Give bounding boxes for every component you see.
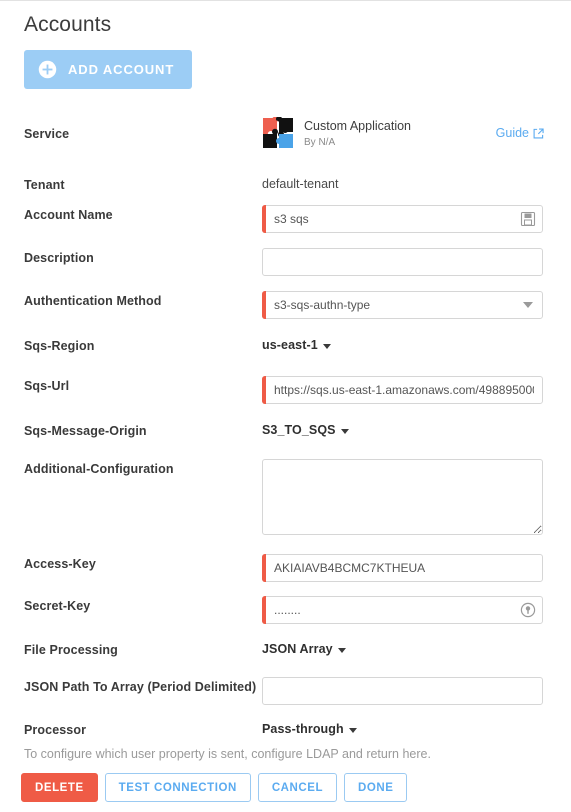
sqs-message-origin-label: Sqs-Message-Origin [24, 424, 147, 438]
account-name-field [262, 205, 571, 233]
authentication-method-field: s3-sqs-authn-type [262, 291, 571, 319]
row-sqs-message-origin: Sqs-Message-Origin S3_TO_SQS [0, 421, 571, 459]
sqs-url-label: Sqs-Url [24, 379, 70, 393]
row-additional-configuration: Additional-Configuration [0, 459, 571, 554]
service-field: Custom Application By N/A Guide [262, 116, 571, 149]
caret-down-icon [348, 727, 357, 733]
caret-down-icon [340, 428, 349, 434]
account-name-label: Account Name [24, 208, 113, 222]
guide-label: Guide [495, 126, 529, 140]
json-path-to-array-input[interactable] [262, 677, 543, 705]
sqs-url-input[interactable] [262, 376, 543, 404]
sqs-message-origin-dropdown[interactable]: S3_TO_SQS [262, 421, 349, 437]
tenant-label: Tenant [24, 177, 65, 192]
form-action-buttons: DELETE TEST CONNECTION CANCEL DONE [21, 773, 408, 802]
chevron-down-icon [523, 302, 533, 308]
row-tenant: Tenant default-tenant [0, 162, 571, 205]
processor-value: Pass-through [262, 722, 344, 736]
json-path-to-array-label: JSON Path To Array (Period Delimited) [24, 680, 257, 694]
row-secret-key: Secret-Key [0, 596, 571, 640]
description-field [262, 248, 571, 276]
tenant-field: default-tenant [262, 175, 571, 193]
row-sqs-region: Sqs-Region us-east-1 [0, 336, 571, 376]
authentication-method-select[interactable]: s3-sqs-authn-type [262, 291, 543, 319]
row-json-path-to-array: JSON Path To Array (Period Delimited) [0, 677, 571, 720]
sqs-region-dropdown[interactable]: us-east-1 [262, 336, 331, 352]
additional-configuration-field [262, 459, 571, 535]
sqs-region-field: us-east-1 [262, 336, 571, 354]
done-button[interactable]: DONE [344, 773, 408, 802]
access-key-label: Access-Key [24, 557, 96, 571]
account-form: Service Custom Application By N/A Guide … [0, 104, 571, 757]
sqs-message-origin-value: S3_TO_SQS [262, 423, 336, 437]
puzzle-piece-icon [262, 116, 294, 149]
test-connection-button[interactable]: TEST CONNECTION [104, 773, 251, 802]
sqs-region-label: Sqs-Region [24, 339, 95, 353]
row-service: Service Custom Application By N/A Guide [0, 104, 571, 162]
sqs-url-field [262, 376, 571, 404]
file-processing-field: JSON Array [262, 640, 571, 658]
helper-text: To configure which user property is sent… [24, 747, 431, 761]
sqs-message-origin-field: S3_TO_SQS [262, 421, 571, 439]
secret-key-label: Secret-Key [24, 599, 91, 613]
authentication-method-label: Authentication Method [24, 294, 162, 308]
secret-key-input[interactable] [262, 596, 543, 624]
cancel-button[interactable]: CANCEL [257, 773, 338, 802]
file-processing-dropdown[interactable]: JSON Array [262, 640, 346, 656]
row-description: Description [0, 248, 571, 291]
caret-down-icon [337, 647, 346, 653]
file-processing-label: File Processing [24, 643, 118, 657]
row-authentication-method: Authentication Method s3-sqs-authn-type [0, 291, 571, 336]
description-input[interactable] [262, 248, 543, 276]
page-title: Accounts [24, 13, 112, 36]
service-label: Service [24, 127, 70, 141]
row-file-processing: File Processing JSON Array [0, 640, 571, 677]
delete-button[interactable]: DELETE [21, 773, 98, 802]
service-name: Custom Application [304, 119, 412, 133]
access-key-field [262, 554, 571, 582]
row-sqs-url: Sqs-Url [0, 376, 571, 421]
tenant-value: default-tenant [262, 176, 339, 191]
row-account-name: Account Name [0, 205, 571, 248]
processor-label: Processor [24, 723, 87, 737]
accounts-page: Accounts ADD ACCOUNT Service Custom Appl… [0, 0, 571, 812]
service-author: By N/A [304, 137, 336, 148]
sqs-region-value: us-east-1 [262, 338, 318, 352]
json-path-to-array-field [262, 677, 571, 705]
save-floppy-icon[interactable] [520, 211, 536, 227]
access-key-input[interactable] [262, 554, 543, 582]
key-circle-icon[interactable] [520, 602, 536, 618]
processor-dropdown[interactable]: Pass-through [262, 720, 357, 736]
caret-down-icon [322, 343, 331, 349]
description-label: Description [24, 251, 94, 265]
additional-configuration-textarea[interactable] [262, 459, 543, 535]
additional-configuration-label: Additional-Configuration [24, 462, 174, 476]
processor-field: Pass-through [262, 720, 571, 738]
secret-key-field [262, 596, 571, 624]
authentication-method-value: s3-sqs-authn-type [274, 298, 371, 312]
row-access-key: Access-Key [0, 554, 571, 596]
guide-link[interactable]: Guide [496, 126, 544, 140]
add-account-label: ADD ACCOUNT [68, 62, 175, 77]
file-processing-value: JSON Array [262, 642, 333, 656]
external-link-icon [533, 128, 544, 139]
add-account-button[interactable]: ADD ACCOUNT [24, 50, 193, 89]
account-name-input[interactable] [262, 205, 543, 233]
plus-circle-icon [38, 60, 57, 79]
